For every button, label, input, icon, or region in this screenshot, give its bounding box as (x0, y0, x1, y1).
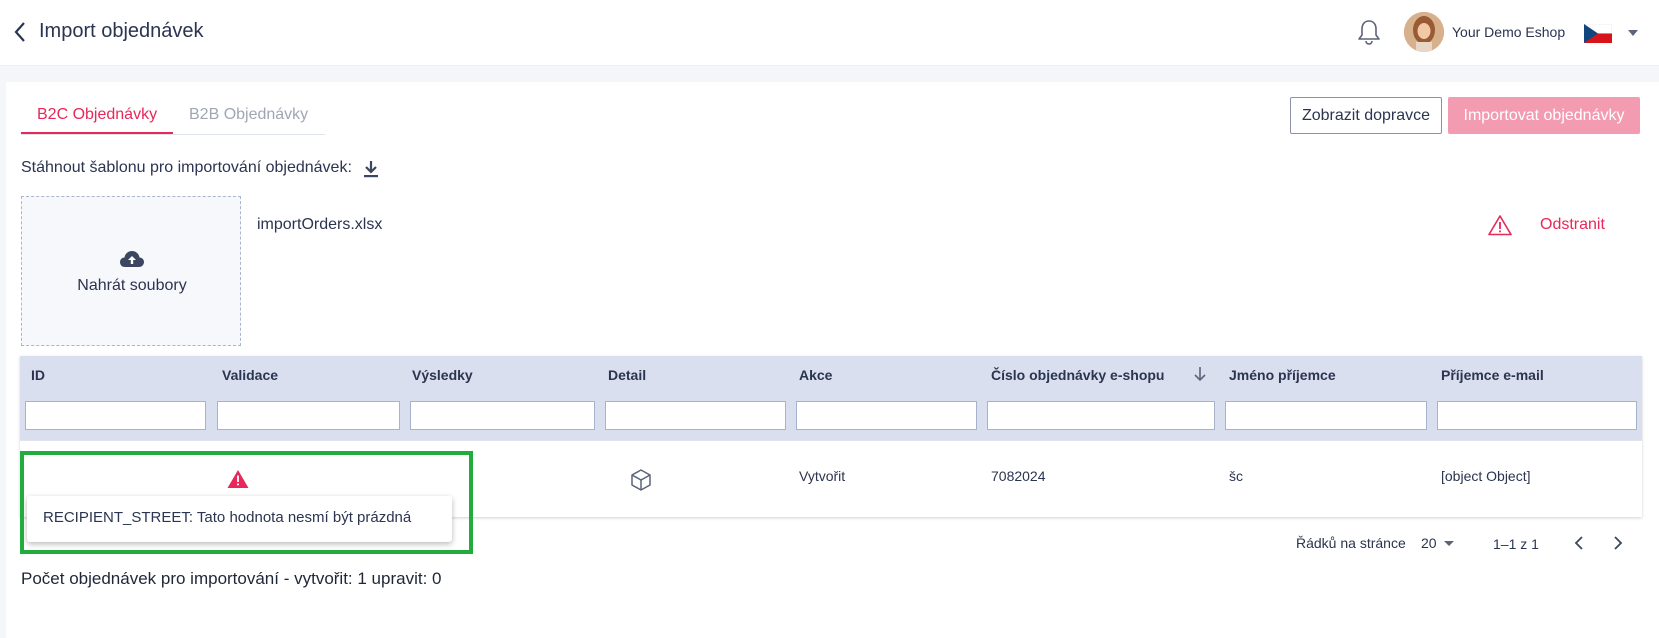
cell-recipient-name: šc (1229, 468, 1243, 484)
active-tab-indicator (21, 132, 173, 134)
order-type-tabs: B2C Objednávky B2B Objednávky (21, 92, 325, 135)
filter-input-results[interactable] (410, 401, 595, 430)
cell-order-number: 7082024 (991, 468, 1046, 484)
download-icon[interactable] (362, 160, 380, 179)
cloud-upload-icon (120, 251, 144, 267)
table-header: ID Validace Výsledky Detail Akce Číslo o… (20, 356, 1642, 440)
language-dropdown-icon[interactable] (1628, 30, 1638, 36)
rows-per-page-select[interactable]: 20 (1421, 535, 1437, 551)
filter-input-action[interactable] (796, 401, 977, 430)
import-orders-button[interactable]: Importovat objednávky (1448, 97, 1640, 134)
tab-b2c[interactable]: B2C Objednávky (37, 106, 157, 124)
tab-b2b[interactable]: B2B Objednávky (189, 106, 308, 124)
filter-input-recipient-name[interactable] (1225, 401, 1427, 430)
bell-icon[interactable] (1356, 18, 1382, 46)
shop-name[interactable]: Your Demo Eshop (1452, 24, 1565, 40)
cell-recipient-email: [object Object] (1441, 468, 1531, 484)
cell-action: Vytvořit (799, 468, 846, 484)
remove-file-button[interactable]: Odstranit (1540, 216, 1605, 234)
column-header-action[interactable]: Akce (799, 367, 832, 383)
column-header-results[interactable]: Výsledky (412, 367, 473, 383)
uploaded-file-name: importOrders.xlsx (257, 216, 383, 233)
avatar-image (1404, 12, 1444, 52)
column-header-order-number[interactable]: Číslo objednávky e-shopu (991, 367, 1164, 383)
filter-input-id[interactable] (25, 401, 206, 430)
warning-icon (1488, 215, 1512, 236)
czech-flag-icon[interactable] (1584, 24, 1612, 43)
sort-descending-icon[interactable] (1193, 366, 1207, 382)
show-carriers-button[interactable]: Zobrazit dopravce (1290, 97, 1442, 134)
rows-per-page-label: Řádků na stránce (1296, 535, 1406, 551)
chevron-right-icon[interactable] (1610, 533, 1626, 553)
top-bar: Import objednávek Your Demo Eshop (0, 0, 1659, 66)
chevron-left-icon[interactable] (1571, 533, 1587, 553)
filter-input-validation[interactable] (217, 401, 400, 430)
column-header-validation[interactable]: Validace (222, 367, 278, 383)
orders-table: ID Validace Výsledky Detail Akce Číslo o… (20, 356, 1642, 517)
file-upload-dropzone[interactable]: Nahrát soubory (21, 196, 241, 346)
column-header-recipient-name[interactable]: Jméno příjemce (1229, 367, 1336, 383)
column-header-id[interactable]: ID (31, 367, 45, 383)
column-header-recipient-email[interactable]: Příjemce e-mail (1441, 367, 1544, 383)
filter-input-order-number[interactable] (987, 401, 1215, 430)
filter-input-recipient-email[interactable] (1437, 401, 1637, 430)
package-icon[interactable] (629, 468, 653, 492)
validation-tooltip: RECIPIENT_STREET: Tato hodnota nesmí být… (27, 496, 452, 542)
template-download-label: Stáhnout šablonu pro importování objedná… (21, 159, 352, 176)
filter-input-detail[interactable] (605, 401, 786, 430)
avatar[interactable] (1404, 12, 1444, 52)
pagination-range: 1–1 z 1 (1493, 536, 1539, 552)
chevron-left-icon[interactable] (12, 20, 28, 44)
validation-warning-icon[interactable] (227, 469, 249, 489)
column-header-detail[interactable]: Detail (608, 367, 646, 383)
chevron-down-icon[interactable] (1444, 541, 1454, 546)
upload-label: Nahrát soubory (77, 277, 187, 294)
import-summary: Počet objednávek pro importování - vytvo… (21, 569, 442, 588)
page-title: Import objednávek (39, 20, 204, 42)
